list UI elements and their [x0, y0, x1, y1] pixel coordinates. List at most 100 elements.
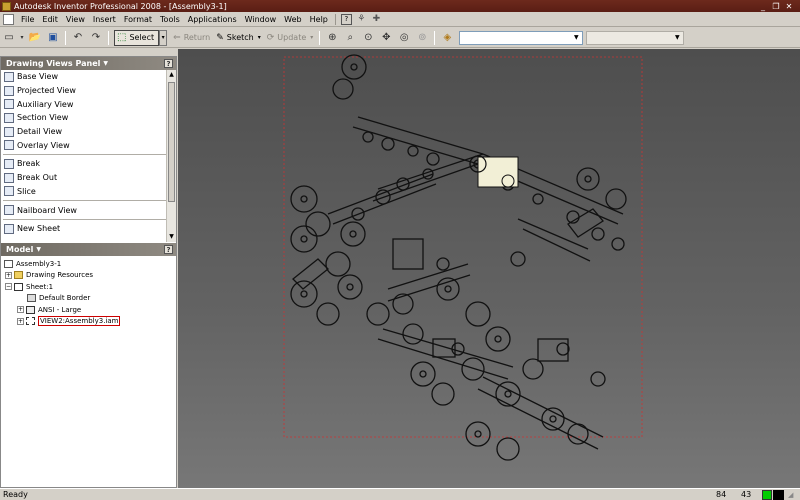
tool-new-sheet[interactable]: New Sheet — [1, 222, 176, 236]
collapse-icon[interactable]: − — [5, 283, 12, 291]
tool-label: Section View — [17, 113, 69, 123]
tree-label: Assembly3-1 — [16, 259, 62, 268]
select-dropdown-icon[interactable]: ▾ — [159, 29, 168, 46]
tool-projected-view[interactable]: Projected View — [1, 84, 176, 98]
tool-auxiliary-view[interactable]: Auxiliary View — [1, 97, 176, 111]
tool-slice[interactable]: Slice — [1, 185, 176, 199]
tool-label: Overlay View — [17, 140, 70, 150]
tool-nailboard-view[interactable]: Nailboard View — [1, 203, 176, 217]
expand-icon[interactable]: + — [17, 317, 24, 325]
selected-component-highlight[interactable] — [477, 156, 519, 188]
tool-break[interactable]: Break — [1, 157, 176, 171]
menu-bar: File Edit View Insert Format Tools Appli… — [0, 12, 800, 27]
tool-detail-view[interactable]: Detail View — [1, 125, 176, 139]
pan-icon[interactable]: ✥ — [378, 30, 394, 46]
undo-icon[interactable]: ↶ — [70, 30, 86, 46]
expand-icon[interactable]: + — [17, 306, 24, 314]
views-scrollbar[interactable]: ▲ ▼ — [166, 70, 176, 242]
menu-applications[interactable]: Applications — [184, 15, 241, 24]
tree-node-root[interactable]: Assembly3-1 — [1, 258, 176, 270]
tree-label: Sheet:1 — [26, 282, 54, 291]
menu-format[interactable]: Format — [120, 15, 156, 24]
graphics-canvas[interactable] — [178, 49, 800, 488]
menu-separator — [334, 13, 336, 25]
model-help-icon[interactable]: ? — [164, 245, 173, 254]
update-dropdown-icon[interactable]: ▾ — [310, 34, 313, 41]
style-combo-arrow-icon[interactable]: ▼ — [571, 33, 581, 43]
auxiliary-view-icon — [4, 99, 14, 110]
redo-icon[interactable]: ↷ — [88, 30, 104, 46]
zoom-icon[interactable]: ⊙ — [360, 30, 376, 46]
select-button[interactable]: ⬚ Select — [114, 29, 160, 46]
document-icon[interactable] — [3, 13, 14, 25]
scroll-thumb[interactable] — [168, 82, 175, 202]
add-icon[interactable]: ✚ — [371, 14, 382, 25]
app-icon[interactable] — [2, 1, 11, 11]
browser-panel: Drawing Views Panel ▼ ? Base View Projec… — [0, 56, 177, 488]
nailboard-view-icon — [4, 205, 14, 216]
model-panel-title: Model — [6, 245, 34, 254]
resize-grip-icon[interactable]: ◢ — [788, 491, 793, 499]
tree-node-ansi[interactable]: + ANSI - Large — [1, 304, 176, 316]
menu-view[interactable]: View — [62, 15, 89, 24]
model-dropdown-icon[interactable]: ▼ — [36, 246, 41, 253]
sketch-button[interactable]: ✎ Sketch ▾ — [213, 30, 264, 46]
tree-node-default-border[interactable]: Default Border — [1, 293, 176, 305]
select-label: Select — [129, 33, 155, 42]
menu-file[interactable]: File — [17, 15, 38, 24]
tree-node-sheet[interactable]: − Sheet:1 — [1, 281, 176, 293]
return-icon: ⇐ — [173, 32, 181, 43]
scroll-down-icon[interactable]: ▼ — [167, 232, 176, 242]
open-icon[interactable]: 📂 — [27, 30, 43, 46]
tool-break-out[interactable]: Break Out — [1, 171, 176, 185]
zoom-selected-icon[interactable]: ◎ — [396, 30, 412, 46]
zoom-window-icon[interactable]: ⌕ — [342, 30, 358, 46]
layer-combo-arrow-icon[interactable]: ▼ — [672, 33, 682, 43]
scroll-up-icon[interactable]: ▲ — [167, 70, 176, 80]
style-library-icon[interactable]: ◈ — [439, 30, 455, 46]
title-bar: Autodesk Inventor Professional 2008 - [A… — [0, 0, 800, 12]
new-icon[interactable]: ▭ — [1, 30, 17, 46]
sketch-dropdown-icon[interactable]: ▾ — [258, 34, 261, 41]
tool-overlay-view[interactable]: Overlay View — [1, 138, 176, 152]
new-sheet-icon — [4, 223, 14, 234]
tool-divider — [3, 218, 174, 220]
new-dropdown-icon[interactable]: ▾ — [19, 30, 25, 46]
tree-node-drawing-resources[interactable]: + Drawing Resources — [1, 270, 176, 282]
tool-divider — [3, 154, 174, 156]
panel-help-icon[interactable]: ? — [164, 59, 173, 68]
return-button[interactable]: ⇐ Return — [170, 30, 213, 46]
previous-view-icon[interactable]: ⊚ — [414, 30, 430, 46]
whats-new-icon[interactable]: ⚘ — [356, 14, 367, 25]
save-icon[interactable]: ▣ — [45, 30, 61, 46]
menu-window[interactable]: Window — [241, 15, 281, 24]
tool-label: Slice — [17, 186, 36, 196]
style-combo[interactable]: ▼ — [459, 30, 584, 45]
tree-label: Default Border — [39, 294, 91, 303]
menu-edit[interactable]: Edit — [38, 15, 62, 24]
help-icon[interactable]: ? — [340, 13, 352, 25]
menu-insert[interactable]: Insert — [89, 15, 120, 24]
tree-node-view2[interactable]: + VIEW2:Assembly3.iam — [1, 316, 176, 328]
panel-dropdown-icon[interactable]: ▼ — [103, 60, 108, 67]
minimize-icon[interactable]: _ — [758, 2, 768, 11]
assembly-drawing — [290, 54, 627, 461]
model-panel-header[interactable]: Model ▼ ? — [1, 243, 176, 256]
update-button[interactable]: ⟳ Update ▾ — [264, 30, 317, 46]
sketch-icon: ✎ — [216, 32, 224, 43]
layer-combo[interactable]: ▼ — [586, 30, 685, 45]
menu-help[interactable]: Help — [306, 15, 332, 24]
drawing-views-panel-title: Drawing Views Panel — [6, 59, 101, 68]
menu-tools[interactable]: Tools — [156, 15, 184, 24]
close-icon[interactable]: ✕ — [784, 2, 794, 11]
tool-section-view[interactable]: Section View — [1, 111, 176, 125]
status-value-1: 84 — [716, 490, 727, 499]
menu-web[interactable]: Web — [280, 15, 305, 24]
expand-icon[interactable]: + — [5, 271, 12, 279]
restore-icon[interactable]: ❐ — [771, 2, 781, 11]
tool-base-view[interactable]: Base View — [1, 70, 176, 84]
drawing-views-panel-header[interactable]: Drawing Views Panel ▼ ? — [1, 57, 176, 70]
status-indicator-green — [762, 490, 772, 500]
zoom-all-icon[interactable]: ⊕ — [324, 30, 340, 46]
folder-icon — [14, 271, 23, 280]
